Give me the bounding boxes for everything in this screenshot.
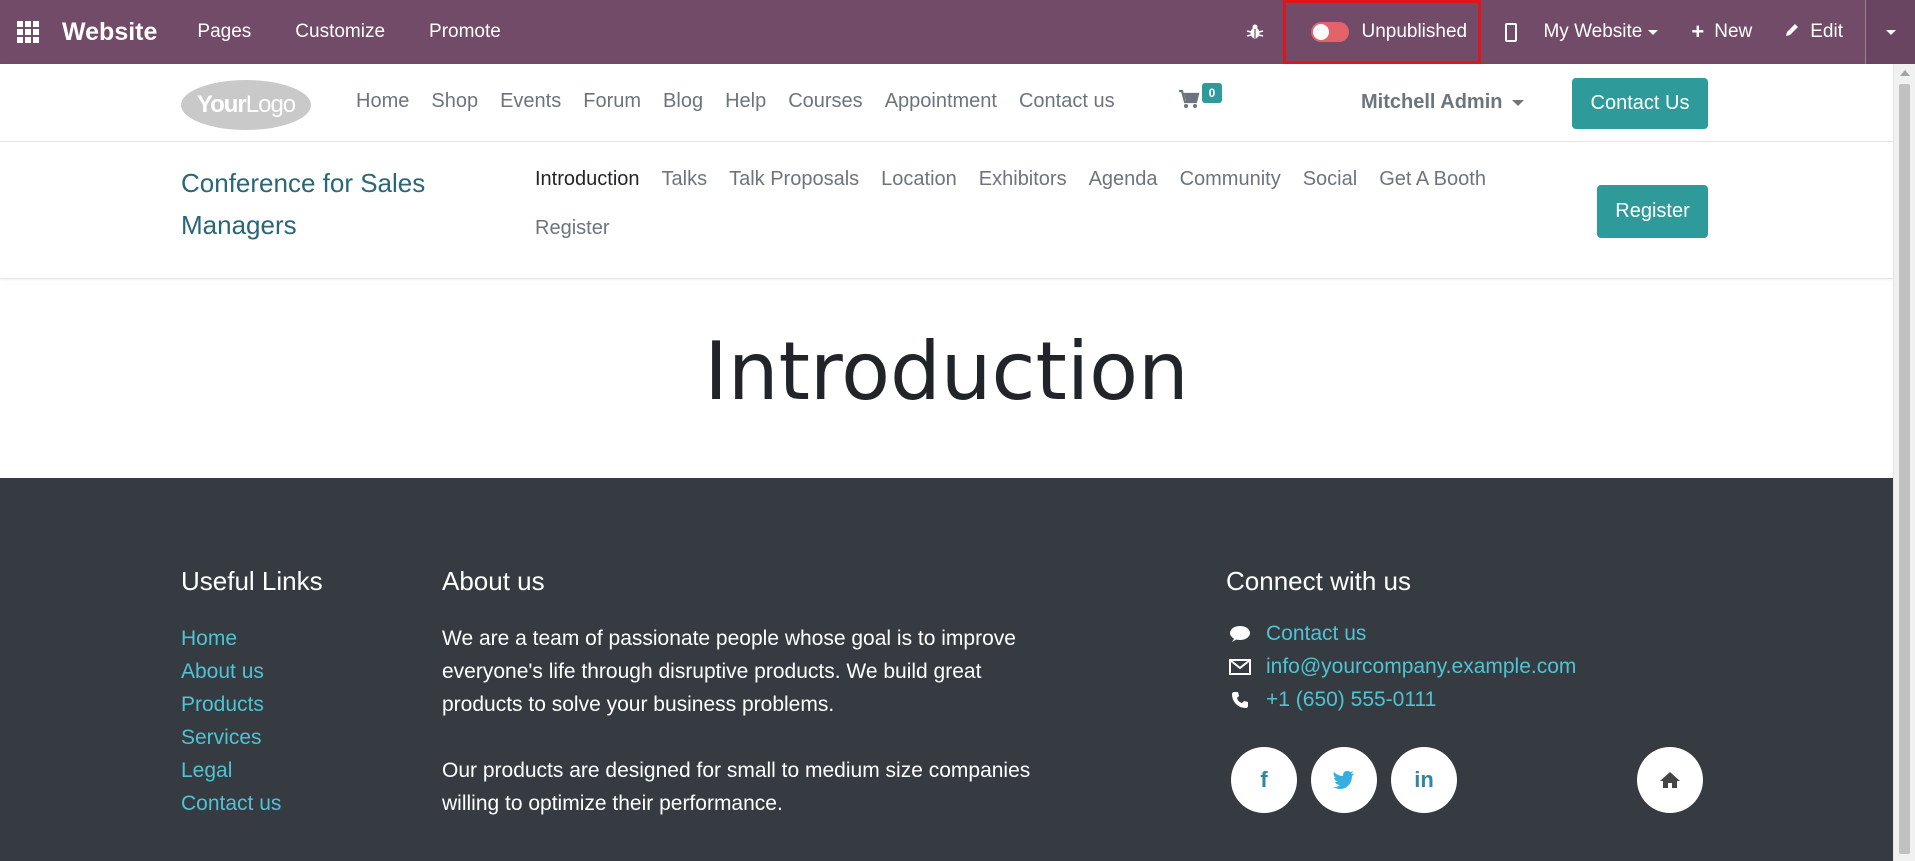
admin-top-bar: Website Pages Customize Promote Unpublis… [0, 0, 1915, 64]
scroll-thumb[interactable] [1899, 84, 1910, 854]
event-tab-talk-proposals[interactable]: Talk Proposals [729, 168, 859, 191]
event-tab-get-a-booth[interactable]: Get A Booth [1379, 168, 1486, 191]
publish-toggle-switch[interactable] [1311, 22, 1350, 42]
website-switcher-label: My Website [1543, 21, 1643, 42]
menu-promote[interactable]: Promote [429, 21, 501, 43]
user-name: Mitchell Admin [1361, 91, 1503, 113]
scroll-up-arrow-icon[interactable] [1900, 70, 1910, 76]
event-tab-introduction[interactable]: Introduction [535, 168, 640, 191]
caret-down-icon [1512, 99, 1525, 106]
edit-dropdown-toggle[interactable] [1865, 0, 1915, 64]
event-tab-register[interactable]: Register [535, 217, 609, 240]
connect-contact-link[interactable]: Contact us [1266, 622, 1366, 646]
useful-links-title: Useful Links [181, 566, 323, 596]
shopping-cart[interactable]: 0 [1178, 83, 1222, 109]
connect-contact-row: Contact us [1226, 622, 1366, 646]
logo-text-light: Logo [245, 91, 296, 118]
useful-links-list: Home About us Products Services Legal Co… [181, 622, 281, 820]
about-us-title: About us [442, 566, 545, 596]
envelope-icon [1226, 659, 1254, 675]
mobile-preview-icon[interactable] [1491, 0, 1531, 64]
footer-link-products[interactable]: Products [181, 688, 281, 721]
footer-link-contact-us[interactable]: Contact us [181, 787, 281, 820]
site-footer: Useful Links Home About us Products Serv… [0, 478, 1893, 861]
user-menu[interactable]: Mitchell Admin [1361, 91, 1525, 114]
connect-phone-row: +1 (650) 555-0111 [1226, 688, 1436, 712]
event-tab-agenda[interactable]: Agenda [1089, 168, 1158, 191]
website-header: Your Logo Home Shop Events Forum Blog Hel… [0, 64, 1893, 142]
event-tab-exhibitors[interactable]: Exhibitors [979, 168, 1067, 191]
website-main-nav: Home Shop Events Forum Blog Help Courses… [356, 90, 1137, 113]
plus-icon: + [1691, 19, 1705, 44]
connect-email-row: info@yourcompany.example.com [1226, 655, 1576, 679]
topbar-right-group: Unpublished My Website + New Edit [1227, 0, 1915, 64]
debug-bug-icon[interactable] [1227, 0, 1283, 64]
caret-down-icon [1885, 29, 1896, 35]
cart-count-badge: 0 [1202, 83, 1222, 103]
nav-home[interactable]: Home [356, 90, 409, 113]
about-us-paragraph-1: We are a team of passionate people whose… [442, 627, 1016, 716]
event-nav: Introduction Talks Talk Proposals Locati… [535, 168, 1535, 240]
home-icon[interactable] [1637, 747, 1703, 813]
cart-icon [1179, 89, 1200, 108]
connect-phone-link[interactable]: +1 (650) 555-0111 [1266, 688, 1436, 712]
menu-pages[interactable]: Pages [197, 21, 251, 43]
connect-title: Connect with us [1226, 566, 1411, 596]
footer-link-home[interactable]: Home [181, 622, 281, 655]
chat-bubble-icon [1226, 625, 1254, 643]
apps-menu-icon[interactable] [0, 0, 56, 64]
page-title: Introduction [704, 325, 1189, 418]
nav-appointment[interactable]: Appointment [885, 90, 997, 113]
publish-status-label[interactable]: Unpublished [1361, 21, 1467, 43]
publish-toggle-area[interactable]: Unpublished [1283, 0, 1482, 64]
event-title[interactable]: Conference for Sales Managers [181, 162, 441, 246]
nav-contact-us[interactable]: Contact us [1019, 90, 1115, 113]
nav-shop[interactable]: Shop [431, 90, 478, 113]
pencil-icon [1784, 22, 1800, 43]
page-scrollbar[interactable] [1893, 64, 1915, 861]
event-tab-community[interactable]: Community [1180, 168, 1281, 191]
website-switcher[interactable]: My Website [1543, 21, 1659, 43]
phone-icon [1226, 691, 1254, 709]
new-content-button[interactable]: + New [1691, 21, 1752, 43]
nav-events[interactable]: Events [500, 90, 561, 113]
menu-customize[interactable]: Customize [295, 21, 385, 43]
register-button[interactable]: Register [1597, 185, 1708, 238]
app-brand[interactable]: Website [62, 18, 157, 47]
linkedin-icon[interactable]: in [1391, 747, 1457, 813]
event-tab-talks[interactable]: Talks [662, 168, 708, 191]
nav-blog[interactable]: Blog [663, 90, 703, 113]
company-logo[interactable]: Your Logo [181, 80, 311, 130]
new-content-label: New [1714, 21, 1753, 42]
nav-forum[interactable]: Forum [583, 90, 641, 113]
caret-down-icon [1648, 29, 1659, 35]
contact-us-button[interactable]: Contact Us [1572, 78, 1708, 129]
twitter-icon[interactable] [1311, 747, 1377, 813]
event-tab-location[interactable]: Location [881, 168, 957, 191]
edit-page-button[interactable]: Edit [1784, 21, 1843, 43]
footer-link-legal[interactable]: Legal [181, 754, 281, 787]
footer-link-services[interactable]: Services [181, 721, 281, 754]
nav-help[interactable]: Help [725, 90, 766, 113]
event-header: Conference for Sales Managers Introducti… [0, 142, 1893, 279]
connect-email-link[interactable]: info@yourcompany.example.com [1266, 655, 1576, 679]
event-tab-social[interactable]: Social [1303, 168, 1357, 191]
about-us-paragraph-2: Our products are designed for small to m… [442, 759, 1031, 815]
edit-page-label: Edit [1810, 21, 1843, 42]
nav-courses[interactable]: Courses [788, 90, 862, 113]
footer-link-about-us[interactable]: About us [181, 655, 281, 688]
logo-text-bold: Your [196, 91, 247, 118]
facebook-icon[interactable]: f [1231, 747, 1297, 813]
